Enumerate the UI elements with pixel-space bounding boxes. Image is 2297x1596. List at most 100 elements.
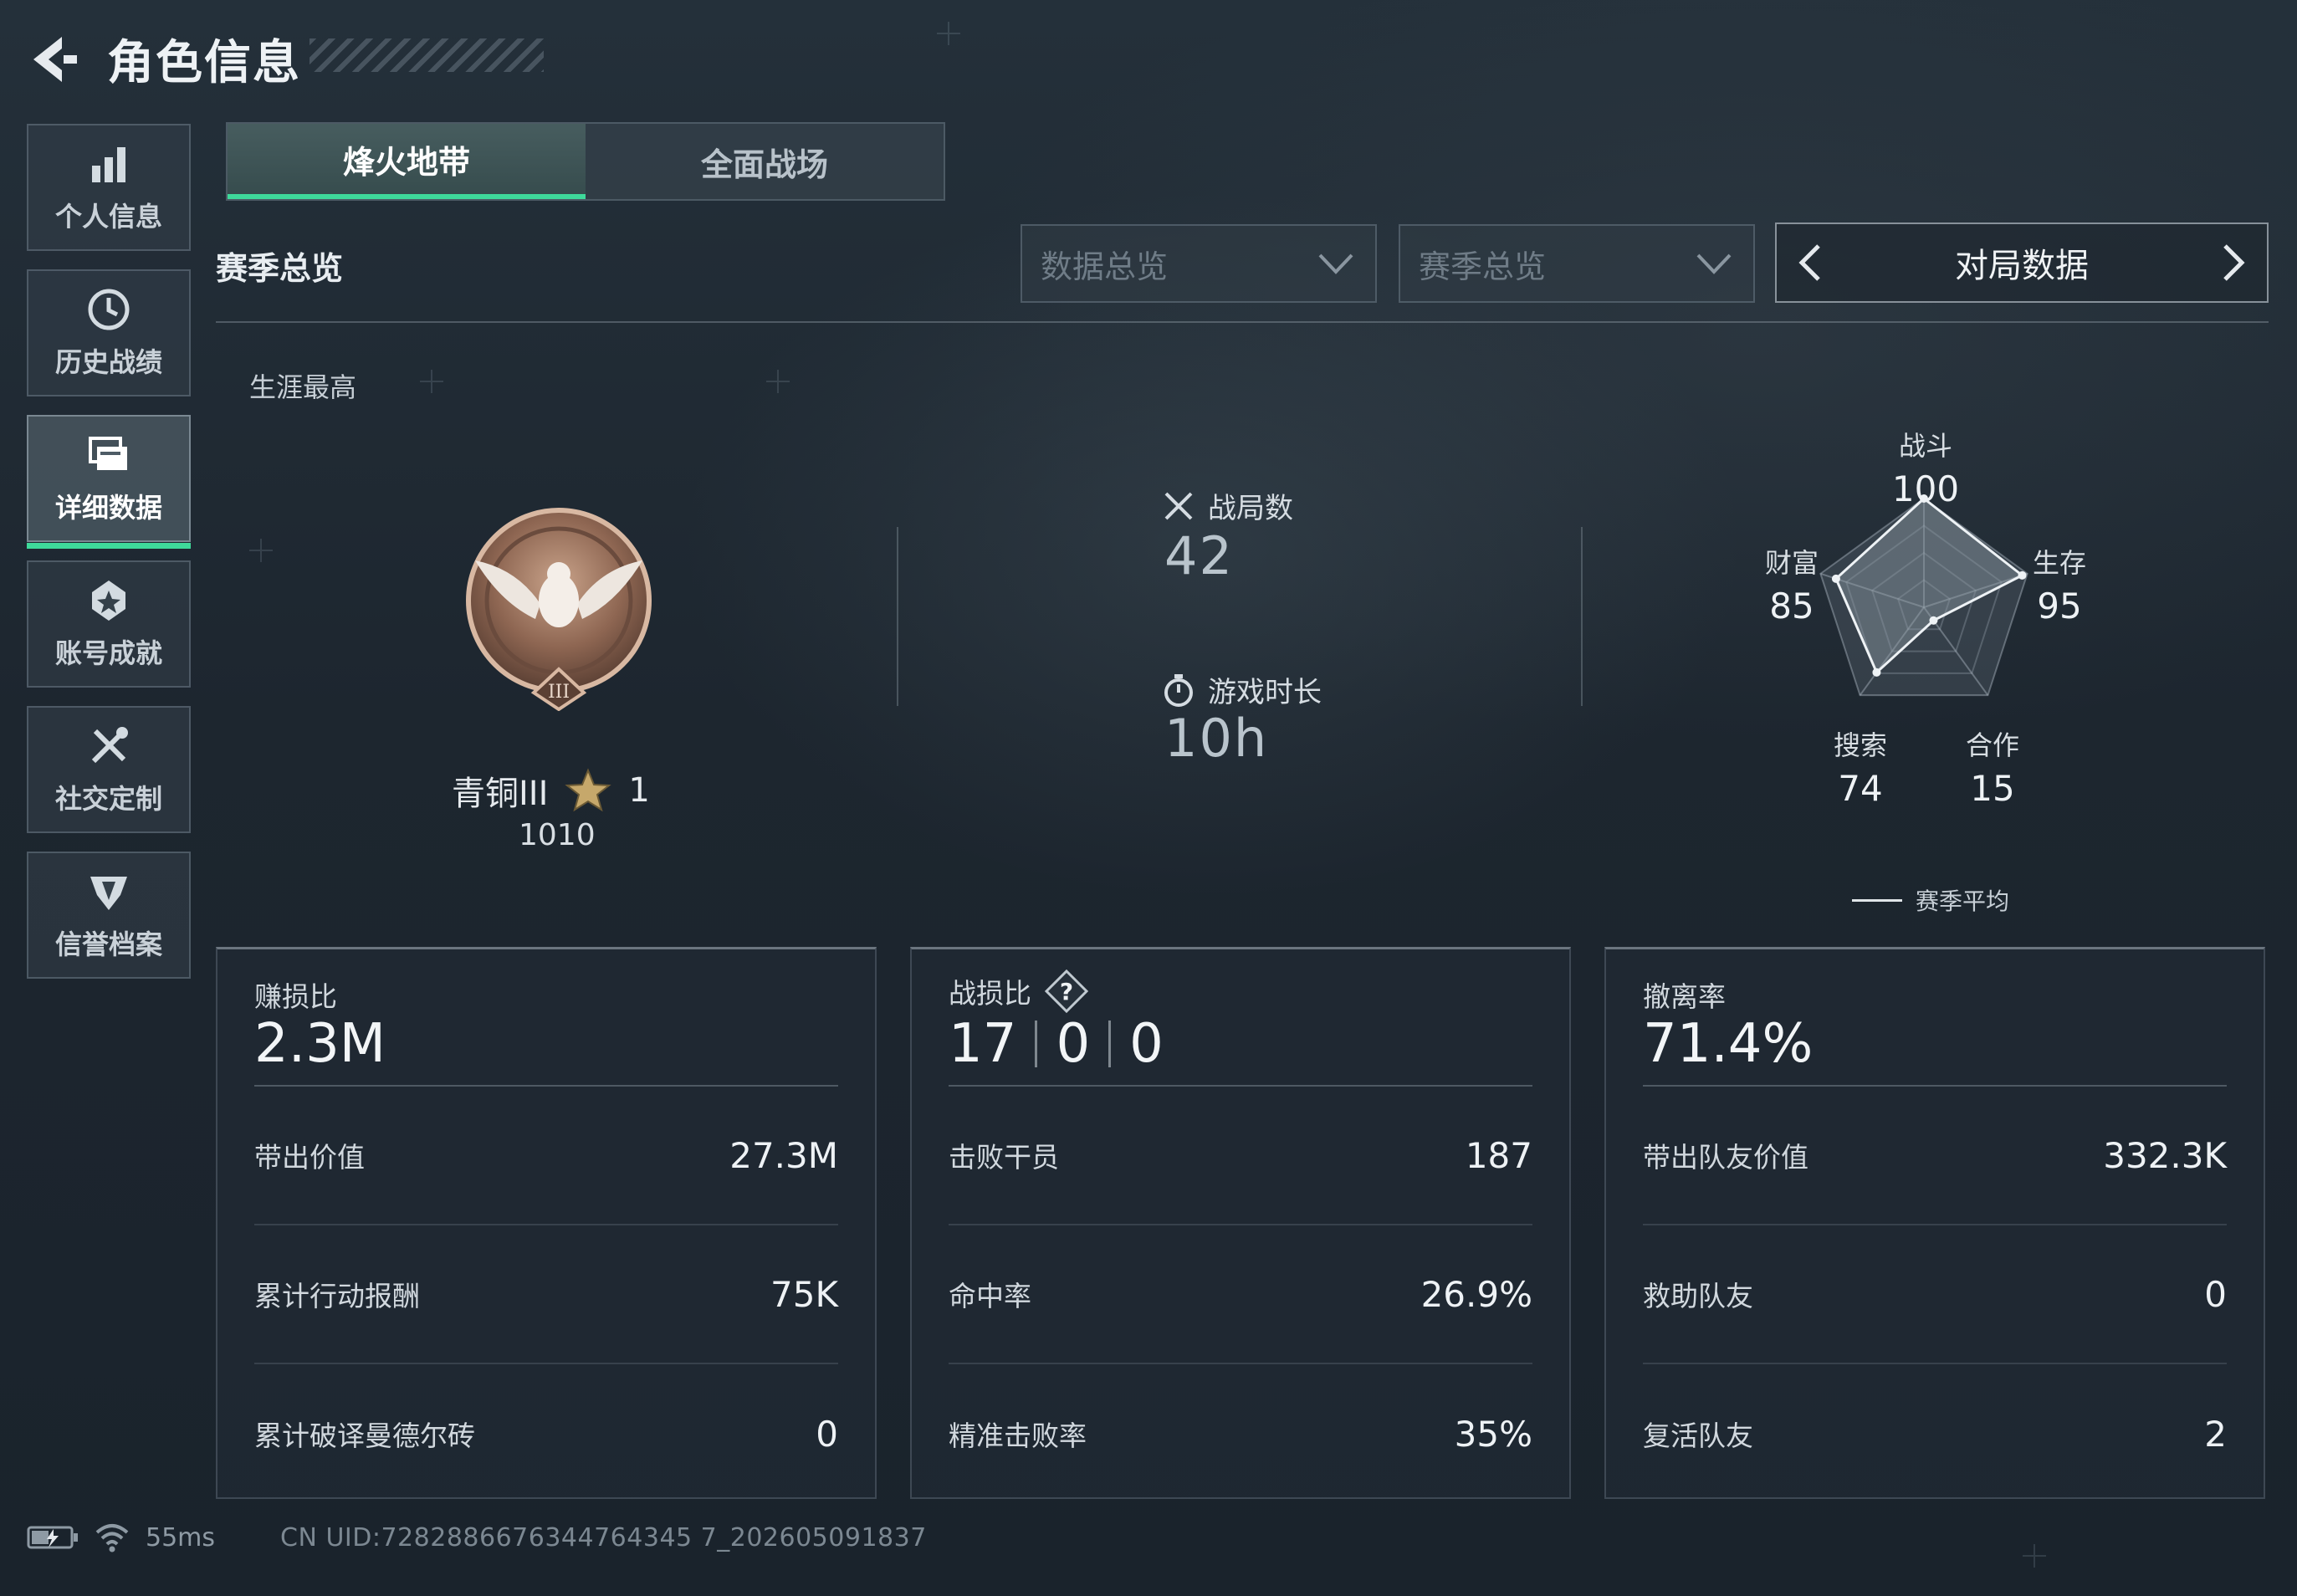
back-arrow-icon bbox=[33, 37, 77, 82]
battles-label: 战局数 bbox=[1208, 492, 1293, 525]
radar-axis-name: 合作 bbox=[1965, 729, 2019, 761]
sidebar-item-label: 历史战绩 bbox=[54, 346, 162, 378]
radar-label-wealth: 财富 85 bbox=[1733, 542, 1850, 627]
star-icon bbox=[565, 768, 612, 812]
sidebar-item-detailed-data[interactable]: 详细数据 bbox=[27, 415, 191, 549]
card-head-value: 71.4% bbox=[1643, 1013, 1814, 1075]
stat-row: 命中率 26.9% bbox=[949, 1225, 1532, 1364]
row-value: 2 bbox=[2204, 1413, 2227, 1455]
dropdown-value: 数据总览 bbox=[1041, 248, 1169, 285]
grid-cross-decoration bbox=[937, 22, 960, 45]
radar-axis-name: 战斗 bbox=[1898, 430, 1952, 462]
bronze-rank-medal-icon: III bbox=[466, 508, 652, 711]
sidebar-item-label: 详细数据 bbox=[54, 492, 162, 524]
row-label: 累计破译曼德尔砖 bbox=[254, 1420, 475, 1452]
stopwatch-icon bbox=[1164, 673, 1193, 707]
playtime-label-row: 游戏时长 bbox=[1161, 669, 1322, 710]
row-value: 35% bbox=[1454, 1413, 1532, 1455]
battles-value: 42 bbox=[1164, 525, 1234, 586]
svg-text:III: III bbox=[548, 682, 570, 703]
tab-all-out-warfare[interactable]: 全面战场 bbox=[586, 124, 944, 199]
rank-row: 青铜III 1 bbox=[452, 766, 650, 815]
wifi-icon bbox=[95, 1524, 129, 1553]
rank-score: 1010 bbox=[519, 818, 596, 852]
radar-label-search: 搜索 74 bbox=[1802, 724, 1919, 809]
stat-row: 带出价值 27.3M bbox=[254, 1087, 838, 1225]
stat-row: 累计破译曼德尔砖 0 bbox=[254, 1364, 838, 1503]
row-value: 0 bbox=[816, 1413, 838, 1455]
svg-text:?: ? bbox=[1060, 978, 1073, 1005]
data-cards-icon bbox=[89, 437, 127, 470]
kd-ratio-card: 战损比 ? 17 0 0 击败干员 187 命中率 26.9% 精准击败率 35… bbox=[910, 947, 1571, 1499]
kd-separator bbox=[1035, 1021, 1038, 1067]
rank-name: 青铜III bbox=[452, 775, 549, 813]
grid-cross-decoration bbox=[2023, 1544, 2046, 1568]
row-label: 命中率 bbox=[949, 1280, 1031, 1312]
status-footer: 55ms CN UID:7282886676344764345 7_202605… bbox=[27, 1521, 927, 1554]
sidebar-item-achievements[interactable]: 账号成就 bbox=[27, 560, 191, 688]
card-head-label: 战损比 bbox=[949, 977, 1031, 1010]
grid-cross-decoration bbox=[420, 370, 443, 393]
sidebar-item-label: 信誉档案 bbox=[54, 928, 162, 960]
match-data-pager: 对局数据 bbox=[1775, 223, 2269, 303]
reputation-shield-icon bbox=[90, 877, 127, 910]
chevron-down-icon bbox=[1318, 253, 1353, 274]
row-value: 26.9% bbox=[1420, 1273, 1532, 1315]
sidebar-item-label: 账号成就 bbox=[54, 637, 162, 669]
card-head-label: 赚损比 bbox=[254, 980, 337, 1013]
card-head-label: 撤离率 bbox=[1643, 980, 1726, 1013]
grid-cross-decoration bbox=[249, 539, 273, 562]
season-overview-dropdown[interactable]: 赛季总览 bbox=[1399, 224, 1755, 303]
row-value: 75K bbox=[770, 1273, 838, 1315]
radar-label-combat: 战斗 100 bbox=[1867, 425, 1984, 509]
sidebar-item-label: 社交定制 bbox=[54, 783, 162, 815]
row-value: 0 bbox=[2204, 1273, 2227, 1315]
stat-row: 救助队友 0 bbox=[1643, 1225, 2227, 1364]
row-value: 187 bbox=[1465, 1134, 1532, 1176]
career-best-label: 生涯最高 bbox=[249, 371, 357, 403]
battery-charging-icon bbox=[27, 1526, 78, 1549]
stat-row: 累计行动报酬 75K bbox=[254, 1225, 838, 1364]
help-icon[interactable]: ? bbox=[1043, 968, 1090, 1015]
player-uid: CN UID:7282886676344764345 7_20260509183… bbox=[280, 1522, 927, 1553]
crossed-swords-icon bbox=[1164, 492, 1193, 519]
profit-ratio-card: 赚损比 2.3M 带出价值 27.3M 累计行动报酬 75K 累计破译曼德尔砖 … bbox=[216, 947, 877, 1499]
ping-value: 55ms bbox=[146, 1522, 216, 1553]
sidebar-item-social[interactable]: 社交定制 bbox=[27, 706, 191, 833]
radar-axis-name: 生存 bbox=[2032, 547, 2086, 579]
radar-legend: 赛季平均 bbox=[1852, 883, 2009, 917]
divider bbox=[897, 527, 898, 706]
legend-label: 赛季平均 bbox=[1916, 888, 2010, 915]
radar-axis-value: 74 bbox=[1838, 768, 1883, 809]
sidebar-item-label: 个人信息 bbox=[54, 201, 162, 233]
radar-label-survival: 生存 95 bbox=[2001, 542, 2118, 627]
radar-axis-value: 95 bbox=[2037, 586, 2082, 627]
chevron-left-icon[interactable] bbox=[1790, 238, 1832, 288]
kills-value: 17 bbox=[949, 1013, 1017, 1075]
dropdown-value: 赛季总览 bbox=[1419, 248, 1547, 285]
assists-value: 0 bbox=[1129, 1013, 1164, 1075]
radar-axis-name: 搜索 bbox=[1833, 729, 1887, 761]
row-label: 精准击败率 bbox=[949, 1420, 1087, 1452]
row-value: 27.3M bbox=[729, 1134, 838, 1176]
data-overview-dropdown[interactable]: 数据总览 bbox=[1021, 224, 1377, 303]
back-button[interactable] bbox=[25, 30, 84, 89]
tools-icon bbox=[91, 727, 128, 764]
chevron-right-icon[interactable] bbox=[2212, 238, 2254, 288]
row-label: 累计行动报酬 bbox=[254, 1280, 420, 1312]
sidebar-item-reputation[interactable]: 信誉档案 bbox=[27, 852, 191, 979]
card-head-value: 2.3M bbox=[254, 1013, 386, 1075]
tab-hazard-zone[interactable]: 烽火地带 bbox=[228, 124, 586, 199]
radar-label-teamwork: 合作 15 bbox=[1934, 724, 2051, 809]
radar-axis-value: 85 bbox=[1769, 586, 1814, 627]
character-info-page: 角色信息 个人信息 历史战绩 详细数据 账号成就 社交定制 信誉档案 烽火地带 … bbox=[0, 0, 2297, 1596]
sidebar-item-history[interactable]: 历史战绩 bbox=[27, 269, 191, 396]
stat-row: 精准击败率 35% bbox=[949, 1364, 1532, 1503]
grid-cross-decoration bbox=[766, 370, 790, 393]
sidebar-item-personal-info[interactable]: 个人信息 bbox=[27, 124, 191, 251]
achievement-badge-icon bbox=[92, 581, 125, 621]
chevron-down-icon bbox=[1696, 253, 1732, 274]
radar-axis-value: 100 bbox=[1891, 468, 1960, 509]
row-value: 332.3K bbox=[2103, 1134, 2227, 1176]
divider bbox=[1581, 527, 1583, 706]
